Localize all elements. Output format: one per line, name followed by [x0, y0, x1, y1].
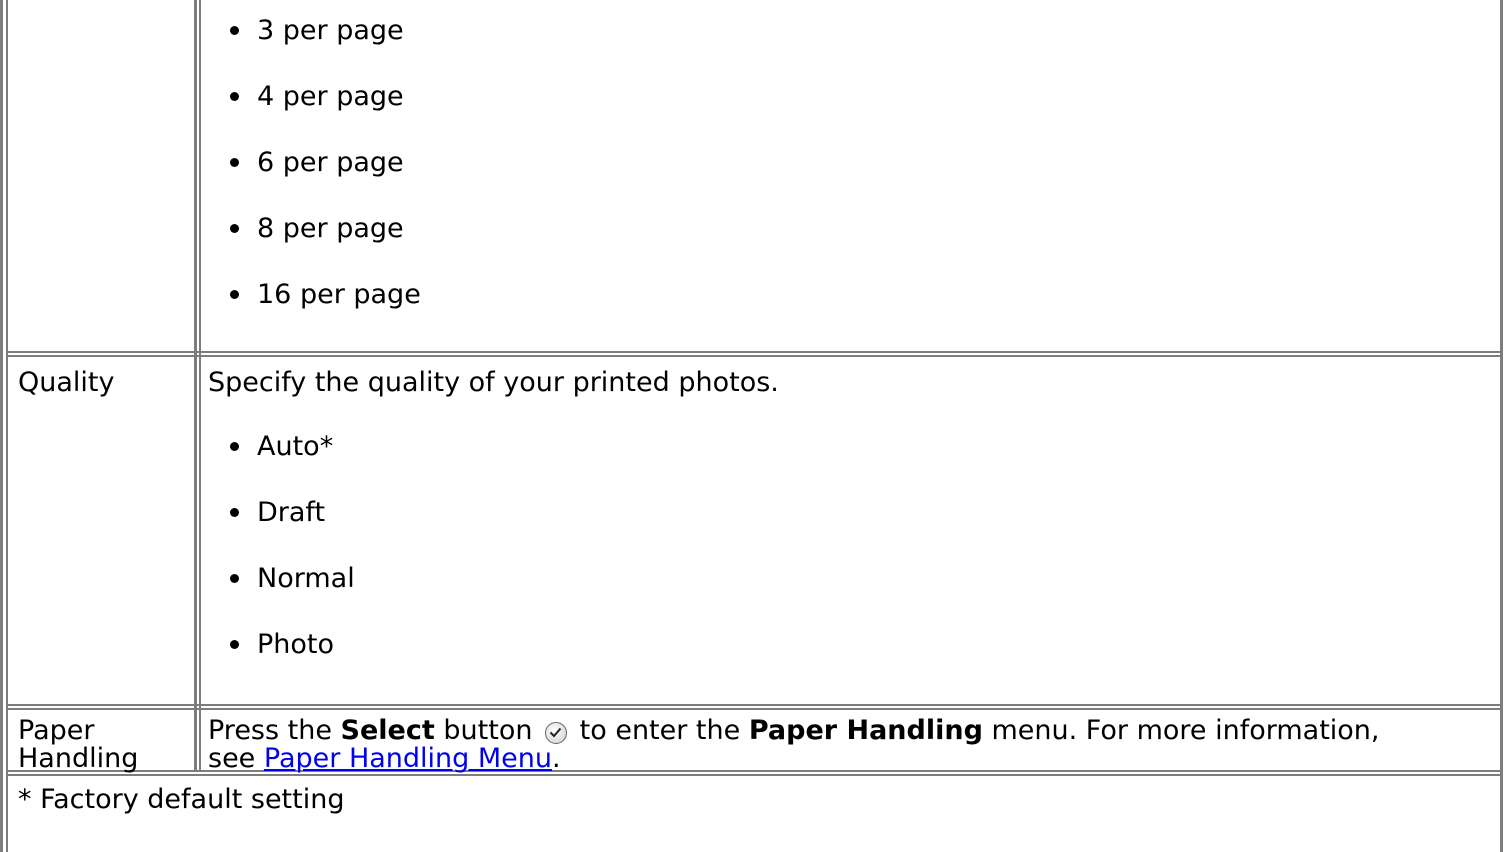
- bullet-icon: [230, 224, 239, 233]
- layout-options-list: 3 per page 4 per page 6 per page 8 per p…: [208, 14, 421, 344]
- option-label: 8 per page: [257, 213, 404, 244]
- paper-handling-menu-link[interactable]: Paper Handling Menu: [264, 743, 552, 774]
- option-label: Auto*: [257, 431, 334, 462]
- text-button: button: [443, 715, 533, 746]
- paper-handling-label: Paper Handling: [18, 717, 138, 773]
- option-label: 3 per page: [257, 15, 404, 46]
- list-item: 4 per page: [208, 80, 421, 146]
- option-label: 6 per page: [257, 147, 404, 178]
- settings-table: 3 per page 4 per page 6 per page 8 per p…: [0, 0, 1506, 852]
- paper-handling-menu-name: Paper Handling: [748, 715, 983, 746]
- text-see: see: [208, 743, 256, 774]
- list-item: Photo: [208, 628, 355, 694]
- row-divider-2b: [6, 708, 1503, 710]
- table-left-inner-border: [6, 0, 8, 852]
- list-item: Auto*: [208, 430, 355, 496]
- quality-options-list: Auto* Draft Normal Photo: [208, 430, 355, 694]
- paper-handling-line1: Press the Select button to enter the Pap…: [208, 717, 1380, 745]
- list-item: 16 per page: [208, 278, 421, 344]
- factory-default-footnote: * Factory default setting: [18, 784, 345, 815]
- option-label: Normal: [257, 563, 355, 594]
- row-divider-2: [6, 704, 1503, 706]
- paper-handling-line2: see Paper Handling Menu.: [208, 745, 1380, 773]
- column-divider-right: [199, 0, 201, 772]
- table-left-border: [0, 0, 3, 852]
- text-menu-rest: menu. For more information,: [991, 715, 1380, 746]
- option-label: Draft: [257, 497, 326, 528]
- quality-description: Specify the quality of your printed phot…: [208, 367, 779, 398]
- list-item: Draft: [208, 496, 355, 562]
- bullet-icon: [230, 640, 239, 649]
- bullet-icon: [230, 508, 239, 517]
- bullet-icon: [230, 92, 239, 101]
- row-divider-1b: [6, 355, 1503, 357]
- quality-label: Quality: [18, 367, 115, 398]
- list-item: 8 per page: [208, 212, 421, 278]
- list-item: 3 per page: [208, 14, 421, 80]
- option-label: 4 per page: [257, 81, 404, 112]
- paper-handling-description: Press the Select button to enter the Pap…: [208, 717, 1380, 773]
- row-divider-1: [6, 351, 1503, 353]
- list-item: Normal: [208, 562, 355, 628]
- bullet-icon: [230, 158, 239, 167]
- text-period: .: [552, 743, 561, 774]
- option-label: Photo: [257, 629, 335, 660]
- select-button-icon: [545, 722, 568, 744]
- bullet-icon: [230, 574, 239, 583]
- select-keyword: Select: [340, 715, 435, 746]
- paper-handling-label-line1: Paper: [18, 715, 95, 746]
- column-divider-left: [194, 0, 197, 772]
- text-to-enter: to enter the: [579, 715, 741, 746]
- text-press: Press the: [208, 715, 332, 746]
- bullet-icon: [230, 442, 239, 451]
- bullet-icon: [230, 290, 239, 299]
- option-label: 16 per page: [257, 279, 421, 310]
- list-item: 6 per page: [208, 146, 421, 212]
- table-right-border: [1500, 0, 1503, 852]
- row-divider-3b: [6, 774, 1503, 776]
- paper-handling-label-line2: Handling: [18, 743, 139, 774]
- bullet-icon: [230, 26, 239, 35]
